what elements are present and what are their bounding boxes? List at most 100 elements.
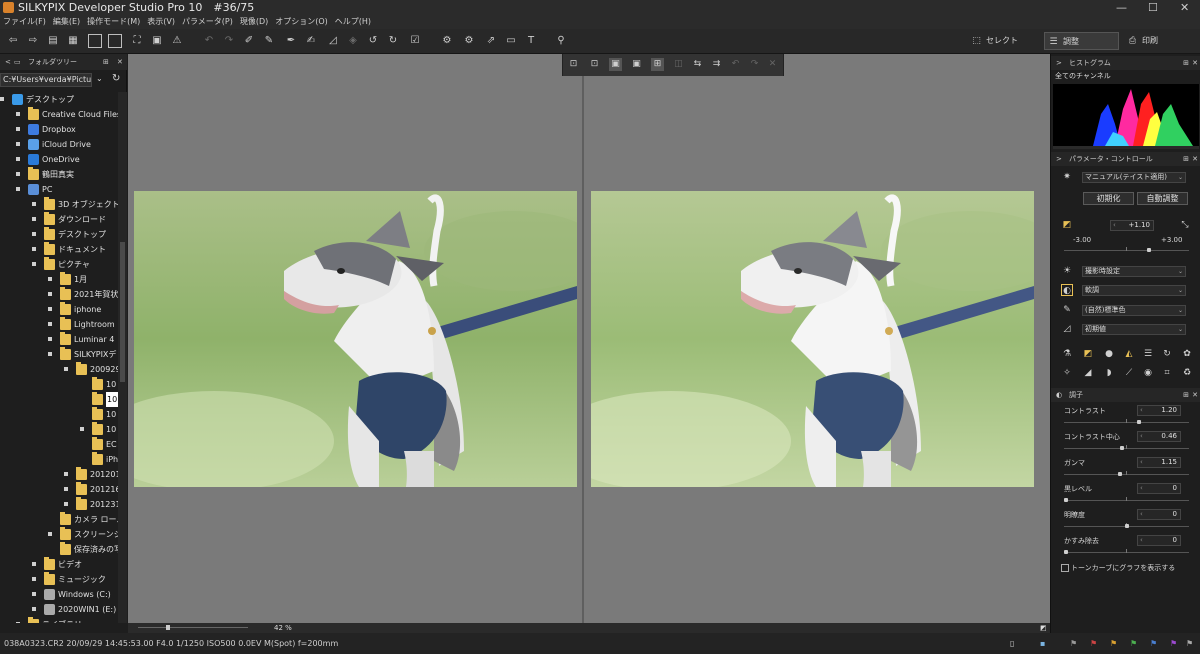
expand-icon[interactable] — [64, 487, 68, 491]
contrast-value[interactable]: ‹ 1.20 — [1137, 405, 1181, 416]
color-icon[interactable]: ✎ — [1061, 304, 1073, 316]
batch-icon[interactable]: ⚙ — [462, 34, 476, 48]
grid-view-icon[interactable]: ▤ — [46, 34, 60, 48]
export-icon[interactable]: ⇗ — [484, 34, 498, 48]
expand-icon[interactable] — [32, 217, 36, 221]
view-mode-1-icon[interactable]: ⊡ — [567, 58, 580, 71]
single-view-icon[interactable]: . — [88, 34, 102, 48]
brush-icon[interactable]: ⟋ — [1123, 367, 1135, 379]
viewer-corner-icon[interactable]: ◩ — [1040, 623, 1047, 633]
collapse-right-icon[interactable]: > — [1056, 56, 1062, 70]
zoom-slider-knob[interactable] — [166, 625, 170, 630]
tab-print[interactable]: ⎙ 印刷 — [1124, 32, 1184, 50]
viewer-redo-icon[interactable]: ↷ — [748, 58, 761, 71]
contrast-slider-knob[interactable] — [1136, 420, 1141, 424]
collapse-left-icon[interactable]: < — [5, 54, 11, 70]
green-flag-icon[interactable]: ⚑ — [1130, 633, 1137, 654]
tool-9-icon[interactable]: ◢ — [1082, 367, 1094, 379]
view-mode-3-icon[interactable]: ▣ — [609, 58, 622, 71]
move-icon[interactable]: ⇉ — [710, 58, 723, 71]
menu-help[interactable]: ヘルプ(H) — [335, 17, 371, 26]
monitor-icon[interactable]: ▭ — [504, 34, 518, 48]
hist-close-icon[interactable]: ✕ — [1192, 56, 1198, 70]
tool-5-icon[interactable]: ☰ — [1142, 348, 1154, 360]
param-collapse-icon[interactable]: > — [1056, 152, 1062, 166]
brightness-slider-knob[interactable] — [1124, 524, 1129, 528]
prev-image-icon[interactable]: ⇦ — [6, 34, 20, 48]
search-icon[interactable]: ⚲ — [554, 34, 568, 48]
copy-param-icon[interactable]: ✐ — [242, 34, 256, 48]
view-mode-2-icon[interactable]: ⊡ — [588, 58, 601, 71]
swap-icon[interactable]: ⇆ — [691, 58, 704, 71]
tool-1-icon[interactable]: ⚗ — [1061, 348, 1073, 360]
paste-param-icon[interactable]: ✎ — [262, 34, 276, 48]
orange-flag-icon[interactable]: ⚑ — [1110, 633, 1117, 654]
menu-view[interactable]: 表示(V) — [147, 17, 175, 26]
expand-icon[interactable] — [16, 142, 20, 146]
tool-8-icon[interactable]: ✧ — [1061, 367, 1073, 379]
histogram-channel-select[interactable]: 全てのチャンネル — [1053, 72, 1199, 83]
more-flag-icon[interactable]: ⚑ — [1186, 633, 1193, 654]
pen-icon[interactable]: ✒ — [284, 34, 298, 48]
mark-icon[interactable]: ☑ — [408, 34, 422, 48]
expand-icon[interactable] — [32, 562, 36, 566]
tool-6-icon[interactable]: ↻ — [1161, 348, 1173, 360]
dec-arrow-icon[interactable]: ‹ — [1140, 406, 1143, 415]
gamma-slider-knob[interactable] — [1118, 472, 1123, 476]
scroll-thumb[interactable] — [120, 242, 125, 382]
dec-arrow-icon[interactable]: ‹ — [1140, 458, 1143, 467]
viewer-close-icon[interactable]: ✕ — [766, 58, 779, 71]
tab-adjust[interactable]: ☰ 調整 — [1044, 32, 1119, 50]
fish-icon[interactable]: ◗ — [1103, 367, 1115, 379]
sharpness-select[interactable]: 初期値 ⌄ — [1082, 324, 1186, 335]
close-button[interactable]: ✕ — [1180, 0, 1189, 15]
pin-icon[interactable]: ⊞ — [103, 54, 109, 70]
tone-icon[interactable]: ◐ — [1061, 284, 1073, 296]
purple-flag-icon[interactable]: ⚑ — [1170, 633, 1177, 654]
menu-develop[interactable]: 現像(D) — [240, 17, 268, 26]
zoom-slider[interactable] — [138, 627, 248, 628]
tool-3-icon[interactable]: ● — [1103, 348, 1115, 360]
exposure-icon[interactable]: ◩ — [1061, 219, 1073, 231]
tone-section-header[interactable]: ◐ 調子 ⊞ ✕ — [1051, 388, 1200, 402]
next-image-icon[interactable]: ⇨ — [26, 34, 40, 48]
expand-icon[interactable] — [48, 277, 52, 281]
dec-arrow-icon[interactable]: ‹ — [1140, 536, 1143, 545]
auto-adjust-button[interactable]: 自動調整 — [1137, 192, 1188, 205]
expand-icon[interactable] — [48, 322, 52, 326]
expand-icon[interactable] — [48, 352, 52, 356]
show-curve-checkbox[interactable] — [1061, 564, 1069, 572]
color-select[interactable]: (自然)標準色 ⌄ — [1082, 305, 1186, 316]
white-balance-select[interactable]: 撮影時設定 ⌄ — [1082, 266, 1186, 277]
expand-icon[interactable] — [80, 427, 84, 431]
view-mode-4-icon[interactable]: ▣ — [630, 58, 643, 71]
expand-icon[interactable] — [16, 172, 20, 176]
minimize-button[interactable]: — — [1116, 0, 1127, 15]
status-icon-2[interactable]: ▪ — [1040, 633, 1045, 654]
expand-icon[interactable] — [48, 307, 52, 311]
develop-icon[interactable]: ⚙ — [440, 34, 454, 48]
tone-select[interactable]: 軟調 ⌄ — [1082, 285, 1186, 296]
brightness-value[interactable]: ‹ 0 — [1137, 509, 1181, 520]
expand-icon[interactable] — [32, 592, 36, 596]
param-pin-icon[interactable]: ⊞ — [1183, 152, 1189, 166]
expand-icon[interactable] — [32, 202, 36, 206]
expand-icon[interactable] — [48, 292, 52, 296]
recycle-icon[interactable]: ♻ — [1181, 367, 1193, 379]
path-dropdown-icon[interactable]: ⌄ — [96, 74, 103, 83]
dec-arrow-icon[interactable]: ‹ — [1113, 221, 1116, 230]
crop-tool-icon[interactable]: ⌗ — [1161, 367, 1173, 379]
dehaze-slider-knob[interactable] — [1064, 550, 1068, 554]
compare-divider[interactable] — [582, 54, 584, 623]
hist-pin-icon[interactable]: ⊞ — [1183, 56, 1189, 70]
histogram-header[interactable]: > ヒストグラム ⊞ ✕ — [1051, 56, 1200, 70]
status-icon-1[interactable]: ▯ — [1010, 633, 1014, 654]
expand-icon[interactable] — [16, 112, 20, 116]
gamma-value[interactable]: ‹ 1.15 — [1137, 457, 1181, 468]
initialize-button[interactable]: 初期化 — [1083, 192, 1134, 205]
expand-icon[interactable] — [48, 337, 52, 341]
status-flag-icon[interactable]: ⚑ — [1070, 633, 1077, 654]
exposure-slider-knob[interactable] — [1146, 248, 1151, 252]
menu-edit[interactable]: 編集(E) — [53, 17, 80, 26]
tone-pin-icon[interactable]: ⊞ — [1183, 388, 1189, 402]
